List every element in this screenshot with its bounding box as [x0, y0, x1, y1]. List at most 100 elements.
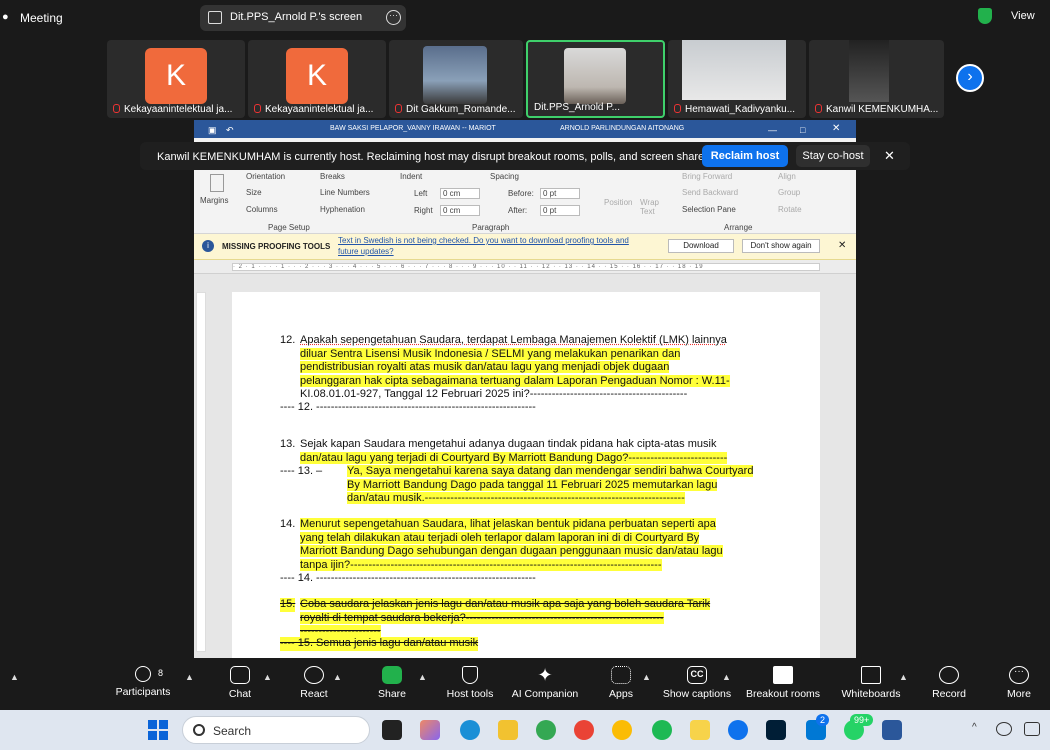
edge-icon[interactable] [460, 720, 480, 740]
participant-name: Dit.PPS_Arnold P... [534, 102, 620, 113]
chrome-profile-icon[interactable] [574, 720, 594, 740]
share-button[interactable]: Share [370, 658, 414, 710]
more-options-icon[interactable]: ··· [386, 10, 401, 25]
margins-icon [210, 174, 224, 192]
host-tools-button[interactable]: Host tools [442, 658, 498, 710]
spacing-before-input[interactable]: 0 pt [540, 188, 580, 199]
answer-13[interactable]: ---- 13. – Ya, Saya mengetahui karena sa… [280, 465, 767, 506]
spacing-after-input[interactable]: 0 pt [540, 205, 580, 216]
file-explorer-icon[interactable] [498, 720, 518, 740]
columns-button[interactable]: Columns [246, 205, 278, 214]
close-icon[interactable]: ✕ [832, 123, 840, 134]
send-backward-button[interactable]: Send Backward [682, 188, 738, 197]
position-button[interactable]: Position [604, 198, 632, 207]
reclaim-host-button[interactable]: Reclaim host [702, 145, 788, 167]
breaks-button[interactable]: Breaks [320, 172, 345, 181]
captions-caret-icon[interactable]: ▲ [722, 672, 731, 682]
breakout-rooms-button[interactable]: Breakout rooms [744, 658, 822, 710]
chrome-alt-icon[interactable] [612, 720, 632, 740]
tray-chevron-icon[interactable]: ^ [972, 722, 977, 733]
participant-tile[interactable]: Hemawati_Kadivyanku... [668, 40, 806, 118]
network-icon[interactable] [1024, 722, 1040, 736]
ruler-scale: · 2 · 1 · · · · 1 · · · 2 · · · 3 · · · … [232, 263, 820, 271]
selection-pane-button[interactable]: Selection Pane [682, 205, 736, 214]
hyphenation-button[interactable]: Hyphenation [320, 205, 365, 214]
question-14[interactable]: 14. Menurut sepengetahuan Saudara, lihat… [280, 518, 766, 572]
react-button[interactable]: React [292, 658, 336, 710]
margins-button[interactable]: Margins [200, 196, 228, 205]
align-button[interactable]: Align [778, 172, 796, 181]
audio-caret-icon[interactable]: ▲ [10, 672, 19, 682]
group-button[interactable]: Group [778, 188, 800, 197]
close-message-icon[interactable]: ✕ [838, 240, 846, 251]
copilot-icon[interactable] [420, 720, 440, 740]
chrome-icon[interactable] [536, 720, 556, 740]
orientation-button[interactable]: Orientation [246, 172, 285, 181]
photoshop-icon[interactable] [766, 720, 786, 740]
captions-cc-icon: CC [687, 666, 707, 684]
chat-icon [230, 666, 250, 684]
stay-cohost-button[interactable]: Stay co-host [796, 145, 870, 167]
bring-forward-button[interactable]: Bring Forward [682, 172, 732, 181]
dont-show-again-button[interactable]: Don't show again [742, 239, 820, 253]
task-view-icon[interactable] [382, 720, 402, 740]
rotate-button[interactable]: Rotate [778, 205, 802, 214]
show-captions-button[interactable]: CC Show captions [660, 658, 734, 710]
indent-left-input[interactable]: 0 cm [440, 188, 480, 199]
share-caret-icon[interactable]: ▲ [418, 672, 427, 682]
participant-video [682, 40, 786, 100]
question-12[interactable]: 12. Apakah sepengetahuan Saudara, terdap… [280, 334, 766, 402]
record-button[interactable]: Record [928, 658, 970, 710]
word-icon[interactable] [882, 720, 902, 740]
apps-button[interactable]: Apps [600, 658, 642, 710]
participant-tile[interactable]: K Kekayaanintelektual ja... [248, 40, 386, 118]
whiteboards-button[interactable]: Whiteboards [838, 658, 904, 710]
security-shield-icon[interactable] [978, 8, 992, 24]
save-icon[interactable]: ▣ [208, 125, 217, 136]
size-button[interactable]: Size [246, 188, 262, 197]
participant-tile[interactable]: Kanwil KEMENKUMHA... [809, 40, 944, 118]
participant-video [564, 48, 626, 104]
vertical-ruler[interactable] [196, 292, 206, 652]
close-banner-icon[interactable]: ✕ [884, 148, 895, 164]
spotify-icon[interactable] [652, 720, 672, 740]
chat-caret-icon[interactable]: ▲ [263, 672, 272, 682]
more-button[interactable]: ··· More [1000, 658, 1038, 710]
shield-icon [462, 666, 478, 684]
react-caret-icon[interactable]: ▲ [333, 672, 342, 682]
horizontal-ruler[interactable]: · 2 · 1 · · · · 1 · · · 2 · · · 3 · · · … [194, 260, 856, 274]
download-button[interactable]: Download [668, 239, 734, 253]
indent-right-input[interactable]: 0 cm [440, 205, 480, 216]
meeting-toolbar: ▲ 8 Participants ▲ Chat ▲ React ▲ Share … [0, 658, 1050, 710]
taskbar-search[interactable]: Search [182, 716, 370, 744]
participant-name: Kekayaanintelektual ja... [124, 104, 233, 115]
participant-tile[interactable]: Dit Gakkum_Romande... [389, 40, 523, 118]
question-15[interactable]: 15. Coba saudara jelaskan jenis lagu dan… [280, 598, 766, 639]
minimize-icon[interactable]: — [768, 125, 777, 135]
maximize-icon[interactable]: □ [800, 125, 805, 135]
proofing-text-2[interactable]: future updates? [338, 247, 394, 256]
chat-button[interactable]: Chat [218, 658, 262, 710]
participant-tile[interactable]: K Kekayaanintelektual ja... [107, 40, 245, 118]
participants-button[interactable]: 8 Participants [110, 658, 176, 710]
line-numbers-button[interactable]: Line Numbers [320, 188, 370, 197]
participants-caret-icon[interactable]: ▲ [185, 672, 194, 682]
view-button[interactable]: View [1011, 10, 1035, 22]
ai-companion-button[interactable]: ✦ AI Companion [508, 658, 582, 710]
next-page-button[interactable]: › [956, 64, 984, 92]
participant-tile-active[interactable]: Dit.PPS_Arnold P... [526, 40, 665, 118]
document-page[interactable]: 12. Apakah sepengetahuan Saudara, terdap… [232, 292, 820, 658]
windows-start-icon[interactable] [148, 720, 168, 740]
screen-share-pill[interactable]: Dit.PPS_Arnold P.'s screen ··· [200, 5, 406, 31]
apps-caret-icon[interactable]: ▲ [642, 672, 651, 682]
sticky-notes-icon[interactable] [690, 720, 710, 740]
wrap-text-button[interactable]: Wrap Text [640, 198, 664, 216]
participant-video [423, 46, 487, 104]
onedrive-icon[interactable] [996, 722, 1012, 736]
whiteboards-caret-icon[interactable]: ▲ [899, 672, 908, 682]
proofing-title: MISSING PROOFING TOOLS [222, 242, 331, 251]
zoom-icon[interactable] [728, 720, 748, 740]
question-13[interactable]: 13. Sejak kapan Saudara mengetahui adany… [280, 438, 766, 465]
proofing-text[interactable]: Text in Swedish is not being checked. Do… [338, 236, 629, 245]
undo-icon[interactable]: ↶ [226, 125, 234, 136]
